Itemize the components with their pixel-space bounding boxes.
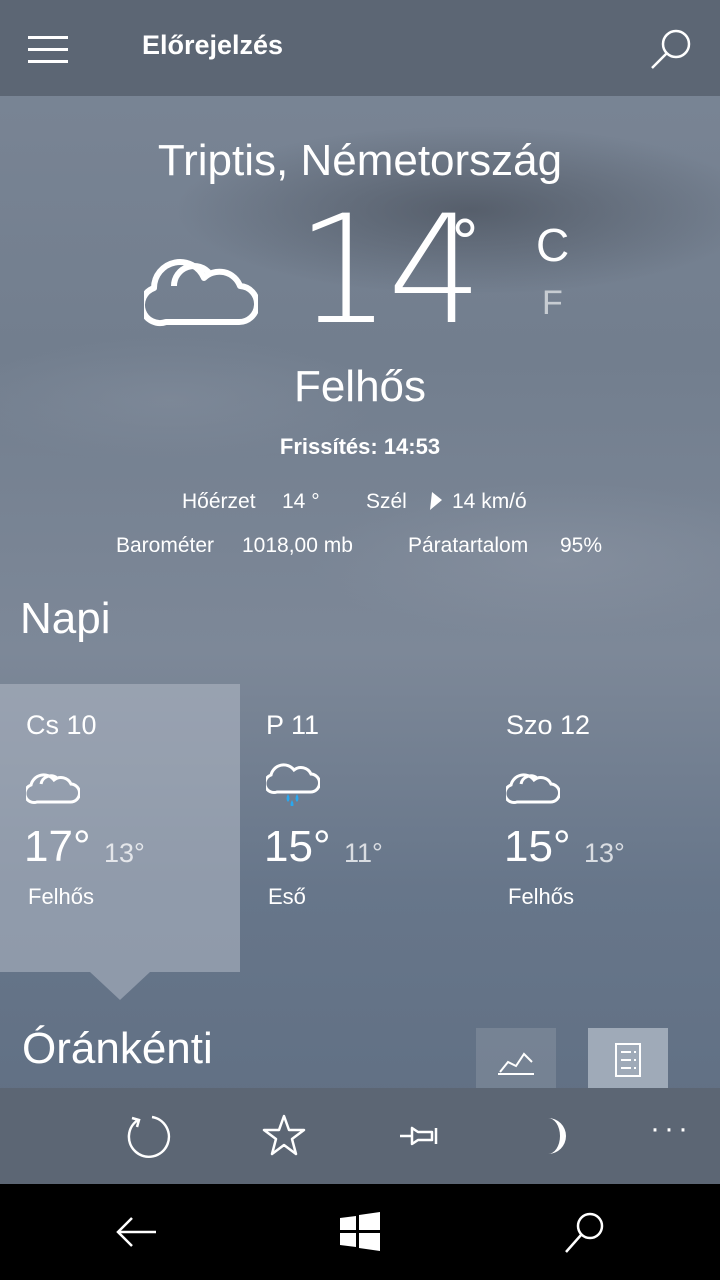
more-options-button[interactable]: ··· <box>650 1112 692 1146</box>
feels-like-value: 14 ° <box>282 490 320 513</box>
night-mode-icon[interactable] <box>530 1110 582 1162</box>
cloud-icon <box>144 259 258 327</box>
day-condition: Felhős <box>28 884 95 909</box>
cloud-icon <box>506 773 560 804</box>
day-name: Szo 12 <box>506 710 591 740</box>
search-icon[interactable] <box>562 1208 610 1256</box>
line-chart-icon <box>498 1052 534 1075</box>
list-icon <box>615 1043 641 1077</box>
hourly-section-title: Óránkénti <box>22 1024 213 1073</box>
app-bar: ··· <box>0 1088 720 1184</box>
hamburger-menu-icon[interactable] <box>28 36 68 64</box>
back-icon[interactable] <box>112 1208 160 1256</box>
day-high-temp: 17° <box>24 822 91 871</box>
list-view-button[interactable] <box>588 1028 668 1088</box>
day-name: Cs 10 <box>26 710 97 740</box>
search-icon[interactable] <box>648 26 694 72</box>
day-condition: Eső <box>268 884 306 909</box>
cloud-icon <box>26 773 80 804</box>
wind-direction-icon <box>430 492 442 510</box>
windows-start-icon[interactable] <box>336 1208 384 1256</box>
day-low-temp: 13° <box>104 838 145 868</box>
chart-view-button[interactable] <box>476 1028 556 1088</box>
unit-celsius-toggle[interactable]: C <box>536 218 569 272</box>
day-high-temp: 15° <box>264 822 331 871</box>
humidity-label: Páratartalom <box>408 534 529 557</box>
favorite-star-icon[interactable] <box>258 1110 310 1162</box>
day-card-friday[interactable]: P 11 15° 11° Eső <box>240 684 480 972</box>
day-high-temp: 15° <box>504 822 571 871</box>
degree-symbol: ° <box>450 208 480 278</box>
location-name: Triptis, Németország <box>157 136 563 185</box>
pin-icon[interactable] <box>394 1110 446 1162</box>
day-card-thursday[interactable]: Cs 10 17° 13° Felhős <box>0 684 240 972</box>
top-bar: Előrejelzés <box>0 0 720 96</box>
current-condition: Felhős <box>293 362 427 411</box>
wind-value: 14 km/ó <box>452 490 527 513</box>
unit-fahrenheit-toggle[interactable]: F <box>542 284 563 323</box>
last-updated: Frissítés: 14:53 <box>279 434 441 459</box>
day-name: P 11 <box>266 710 320 740</box>
page-title: Előrejelzés <box>142 30 284 60</box>
barometer-value: 1018,00 mb <box>242 534 353 557</box>
selected-day-pointer <box>90 972 150 1000</box>
system-nav-bar <box>0 1184 720 1280</box>
rain-icon <box>266 763 320 806</box>
day-low-temp: 13° <box>584 838 625 868</box>
wind-label: Szél <box>366 490 407 513</box>
feels-like-label: Hőérzet <box>182 490 256 513</box>
day-low-temp: 11° <box>344 838 383 868</box>
barometer-label: Barométer <box>116 534 215 557</box>
day-card-saturday[interactable]: Szo 12 15° 13° Felhős <box>480 684 720 972</box>
refresh-icon[interactable] <box>122 1110 174 1162</box>
humidity-value: 95% <box>560 534 603 557</box>
day-condition: Felhős <box>508 884 575 909</box>
daily-section-title: Napi <box>20 594 111 643</box>
